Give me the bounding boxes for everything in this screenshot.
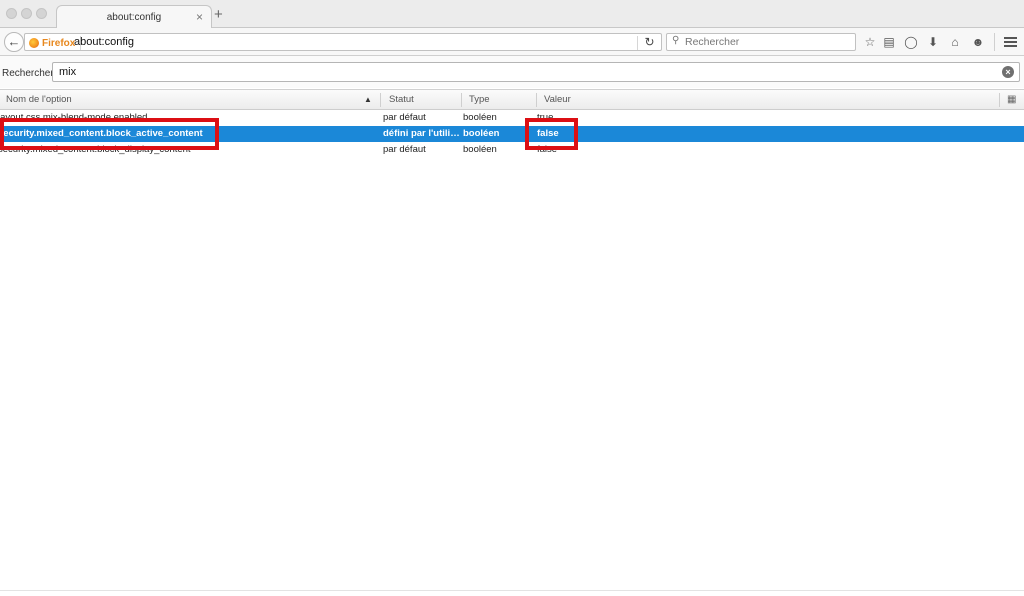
pocket-icon[interactable]: ◯ bbox=[903, 34, 919, 50]
minimize-window-button[interactable] bbox=[21, 8, 32, 19]
column-separator[interactable] bbox=[461, 93, 462, 107]
pref-value: false bbox=[537, 144, 558, 155]
pref-name: security.mixed_content.block_display_con… bbox=[0, 144, 191, 155]
hello-icon[interactable]: ☻ bbox=[970, 34, 986, 50]
identity-label: Firefox bbox=[42, 37, 76, 49]
back-arrow-icon: ← bbox=[7, 34, 21, 49]
filter-input[interactable]: mix × bbox=[52, 62, 1020, 82]
filter-row: Rechercher : mix × bbox=[0, 56, 1024, 88]
pref-status: défini par l'utilisateur bbox=[383, 128, 460, 139]
tab-close-icon[interactable]: × bbox=[196, 10, 203, 24]
close-window-button[interactable] bbox=[6, 8, 17, 19]
pref-value: true bbox=[537, 112, 554, 123]
back-button[interactable]: ← bbox=[4, 32, 24, 52]
preferences-list: layout.css.mix-blend-mode.enabled par dé… bbox=[0, 110, 1024, 158]
home-icon[interactable]: ⌂ bbox=[947, 34, 963, 50]
search-icon: ⚲ bbox=[672, 35, 680, 46]
navigation-toolbar: ← Firefox about:config ↻ ⚲ Rechercher ☆ … bbox=[0, 28, 1024, 56]
column-separator bbox=[999, 93, 1000, 107]
table-row-selected[interactable]: security.mixed_content.block_active_cont… bbox=[0, 126, 1024, 142]
search-placeholder: Rechercher bbox=[685, 36, 740, 48]
zoom-window-button[interactable] bbox=[36, 8, 47, 19]
column-separator[interactable] bbox=[380, 93, 381, 107]
column-header-value[interactable]: Valeur bbox=[538, 90, 998, 110]
window-bottom-border bbox=[0, 590, 1024, 591]
pref-status: par défaut bbox=[383, 144, 426, 155]
pref-type: booléen bbox=[463, 144, 497, 155]
clear-filter-icon[interactable]: × bbox=[1002, 66, 1014, 78]
search-bar[interactable]: ⚲ Rechercher bbox=[666, 33, 856, 51]
table-row[interactable]: security.mixed_content.block_display_con… bbox=[0, 142, 1024, 158]
column-picker-icon[interactable]: ▦ bbox=[1007, 90, 1016, 110]
sort-ascending-icon: ▲ bbox=[364, 95, 372, 104]
column-header-type[interactable]: Type bbox=[463, 90, 535, 110]
column-header-status[interactable]: Statut bbox=[383, 90, 461, 110]
filter-label: Rechercher : bbox=[2, 68, 60, 79]
url-bar[interactable]: Firefox about:config ↻ bbox=[24, 33, 662, 51]
download-icon[interactable]: ⬇ bbox=[925, 34, 941, 50]
reload-icon: ↻ bbox=[644, 35, 655, 49]
pref-name: security.mixed_content.block_active_cont… bbox=[0, 128, 203, 139]
filter-value: mix bbox=[59, 66, 77, 78]
pref-name: layout.css.mix-blend-mode.enabled bbox=[0, 112, 148, 123]
pref-status: par défaut bbox=[383, 112, 426, 123]
column-separator[interactable] bbox=[536, 93, 537, 107]
pref-type: booléen bbox=[463, 112, 497, 123]
column-header-name[interactable]: Nom de l'option bbox=[0, 90, 380, 110]
url-text[interactable]: about:config bbox=[74, 36, 134, 48]
firefox-icon bbox=[29, 38, 39, 48]
table-row[interactable]: layout.css.mix-blend-mode.enabled par dé… bbox=[0, 110, 1024, 126]
tab-title: about:config bbox=[106, 12, 162, 23]
toolbar-separator bbox=[994, 33, 995, 51]
pref-type: booléen bbox=[463, 128, 500, 139]
reload-button[interactable]: ↻ bbox=[637, 36, 661, 50]
bookmark-star-icon[interactable]: ☆ bbox=[862, 34, 878, 50]
pref-value: false bbox=[537, 128, 559, 139]
tab-about-config[interactable]: about:config × bbox=[56, 5, 212, 29]
new-tab-button[interactable]: + bbox=[214, 6, 223, 23]
reading-list-icon[interactable]: ▤ bbox=[881, 34, 897, 50]
hamburger-menu-icon[interactable] bbox=[1002, 33, 1020, 51]
tab-strip: about:config × + bbox=[0, 0, 1024, 29]
table-header: Nom de l'option ▲ Statut Type Valeur ▦ bbox=[0, 89, 1024, 110]
